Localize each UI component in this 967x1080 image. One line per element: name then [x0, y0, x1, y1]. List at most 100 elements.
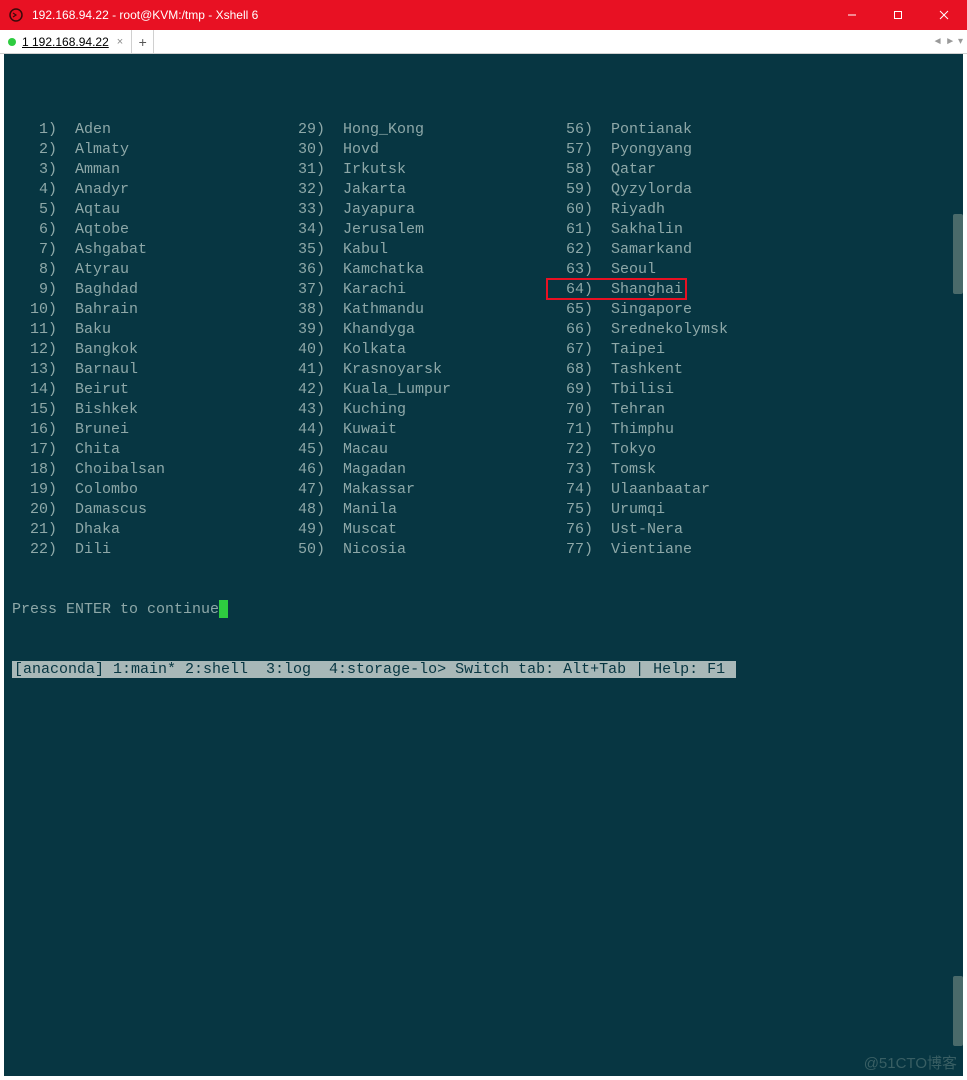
item-number: 42 — [280, 380, 316, 400]
item-number: 6 — [12, 220, 48, 240]
list-item: 72)Tokyo — [548, 440, 816, 460]
item-name: Khandyga — [343, 321, 415, 338]
paren: ) — [48, 301, 57, 318]
new-tab-button[interactable]: + — [132, 30, 154, 53]
list-item: 50)Nicosia — [280, 540, 548, 560]
list-row: 17)Chita45)Macau72)Tokyo — [12, 440, 963, 460]
tab-nav-arrows[interactable]: ◄ ► ▾ — [933, 30, 963, 53]
window-controls — [829, 0, 967, 30]
tmux-statusbar: [anaconda] 1:main* 2:shell 3:log 4:stora… — [12, 661, 736, 678]
paren: ) — [48, 341, 57, 358]
paren: ) — [584, 141, 593, 158]
list-item: 29)Hong_Kong — [280, 120, 548, 140]
item-name: Kathmandu — [343, 301, 424, 318]
paren: ) — [48, 541, 57, 558]
item-number: 66 — [548, 320, 584, 340]
list-item: 20)Damascus — [12, 500, 280, 520]
item-name: Thimphu — [611, 421, 674, 438]
list-item: 9)Baghdad — [12, 280, 280, 300]
item-name: Urumqi — [611, 501, 665, 518]
item-name: Bahrain — [75, 301, 138, 318]
maximize-button[interactable] — [875, 0, 921, 30]
scrollbar-stub[interactable] — [953, 214, 963, 294]
close-tab-icon[interactable]: × — [117, 36, 123, 48]
list-item: 67)Taipei — [548, 340, 816, 360]
paren: ) — [316, 461, 325, 478]
paren: ) — [584, 541, 593, 558]
paren: ) — [48, 381, 57, 398]
item-name: Kuwait — [343, 421, 397, 438]
list-row: 18)Choibalsan46)Magadan73)Tomsk — [12, 460, 963, 480]
paren: ) — [316, 321, 325, 338]
item-number: 50 — [280, 540, 316, 560]
paren: ) — [316, 261, 325, 278]
list-item: 57)Pyongyang — [548, 140, 816, 160]
list-item: 2)Almaty — [12, 140, 280, 160]
item-name: Amman — [75, 161, 120, 178]
item-number: 68 — [548, 360, 584, 380]
paren: ) — [316, 401, 325, 418]
item-number: 62 — [548, 240, 584, 260]
item-number: 8 — [12, 260, 48, 280]
list-item: 43) Kuching — [280, 400, 548, 420]
item-name: Pyongyang — [611, 141, 692, 158]
item-name: Pontianak — [611, 121, 692, 138]
list-item: 61)Sakhalin — [548, 220, 816, 240]
item-name: Muscat — [343, 521, 397, 538]
list-item: 30)Hovd — [280, 140, 548, 160]
scrollbar-stub[interactable] — [953, 976, 963, 1046]
item-name: Kabul — [343, 241, 388, 258]
paren: ) — [48, 221, 57, 238]
window-titlebar: 192.168.94.22 - root@KVM:/tmp - Xshell 6 — [0, 0, 967, 30]
list-item: 65)Singapore — [548, 300, 816, 320]
list-item: 36)Kamchatka — [280, 260, 548, 280]
list-item: 56)Pontianak — [548, 120, 816, 140]
minimize-button[interactable] — [829, 0, 875, 30]
item-number: 7 — [12, 240, 48, 260]
cursor — [219, 600, 228, 618]
list-item: 45)Macau — [280, 440, 548, 460]
list-item: 4)Anadyr — [12, 180, 280, 200]
paren: ) — [316, 341, 325, 358]
item-name: Kuching — [343, 401, 406, 418]
list-row: 4)Anadyr32)Jakarta59)Qyzylorda — [12, 180, 963, 200]
paren: ) — [48, 361, 57, 378]
list-item: 19)Colombo — [12, 480, 280, 500]
paren: ) — [48, 241, 57, 258]
session-tab[interactable]: 1 192.168.94.22 × — [0, 30, 132, 53]
paren: ) — [48, 401, 57, 418]
list-item: 58)Qatar — [548, 160, 816, 180]
item-number: 43 — [280, 400, 316, 420]
paren: ) — [584, 201, 593, 218]
list-item: 21)Dhaka — [12, 520, 280, 540]
terminal[interactable]: 1)Aden29)Hong_Kong56)Pontianak2)Almaty30… — [4, 54, 963, 1076]
item-name: Jakarta — [343, 181, 406, 198]
paren: ) — [584, 161, 593, 178]
item-name: Aqtau — [75, 201, 120, 218]
paren: ) — [316, 381, 325, 398]
paren: ) — [316, 441, 325, 458]
close-button[interactable] — [921, 0, 967, 30]
item-name: Singapore — [611, 301, 692, 318]
tab-label: 1 192.168.94.22 — [22, 35, 109, 49]
paren: ) — [584, 461, 593, 478]
paren: ) — [316, 481, 325, 498]
list-row: 22)Dili50)Nicosia77)Vientiane — [12, 540, 963, 560]
item-name: Almaty — [75, 141, 129, 158]
item-number: 39 — [280, 320, 316, 340]
prompt-text: Press ENTER to continue — [12, 601, 219, 618]
list-item: 17)Chita — [12, 440, 280, 460]
paren: ) — [584, 261, 593, 278]
item-number: 48 — [280, 500, 316, 520]
list-item: 76)Ust-Nera — [548, 520, 816, 540]
item-number: 46 — [280, 460, 316, 480]
item-number: 22 — [12, 540, 48, 560]
item-name: Seoul — [611, 261, 656, 278]
paren: ) — [316, 421, 325, 438]
paren: ) — [316, 141, 325, 158]
list-row: 1)Aden29)Hong_Kong56)Pontianak — [12, 120, 963, 140]
item-number: 5 — [12, 200, 48, 220]
item-number: 47 — [280, 480, 316, 500]
item-name: Bangkok — [75, 341, 138, 358]
list-row: 13)Barnaul41)Krasnoyarsk68)Tashkent — [12, 360, 963, 380]
